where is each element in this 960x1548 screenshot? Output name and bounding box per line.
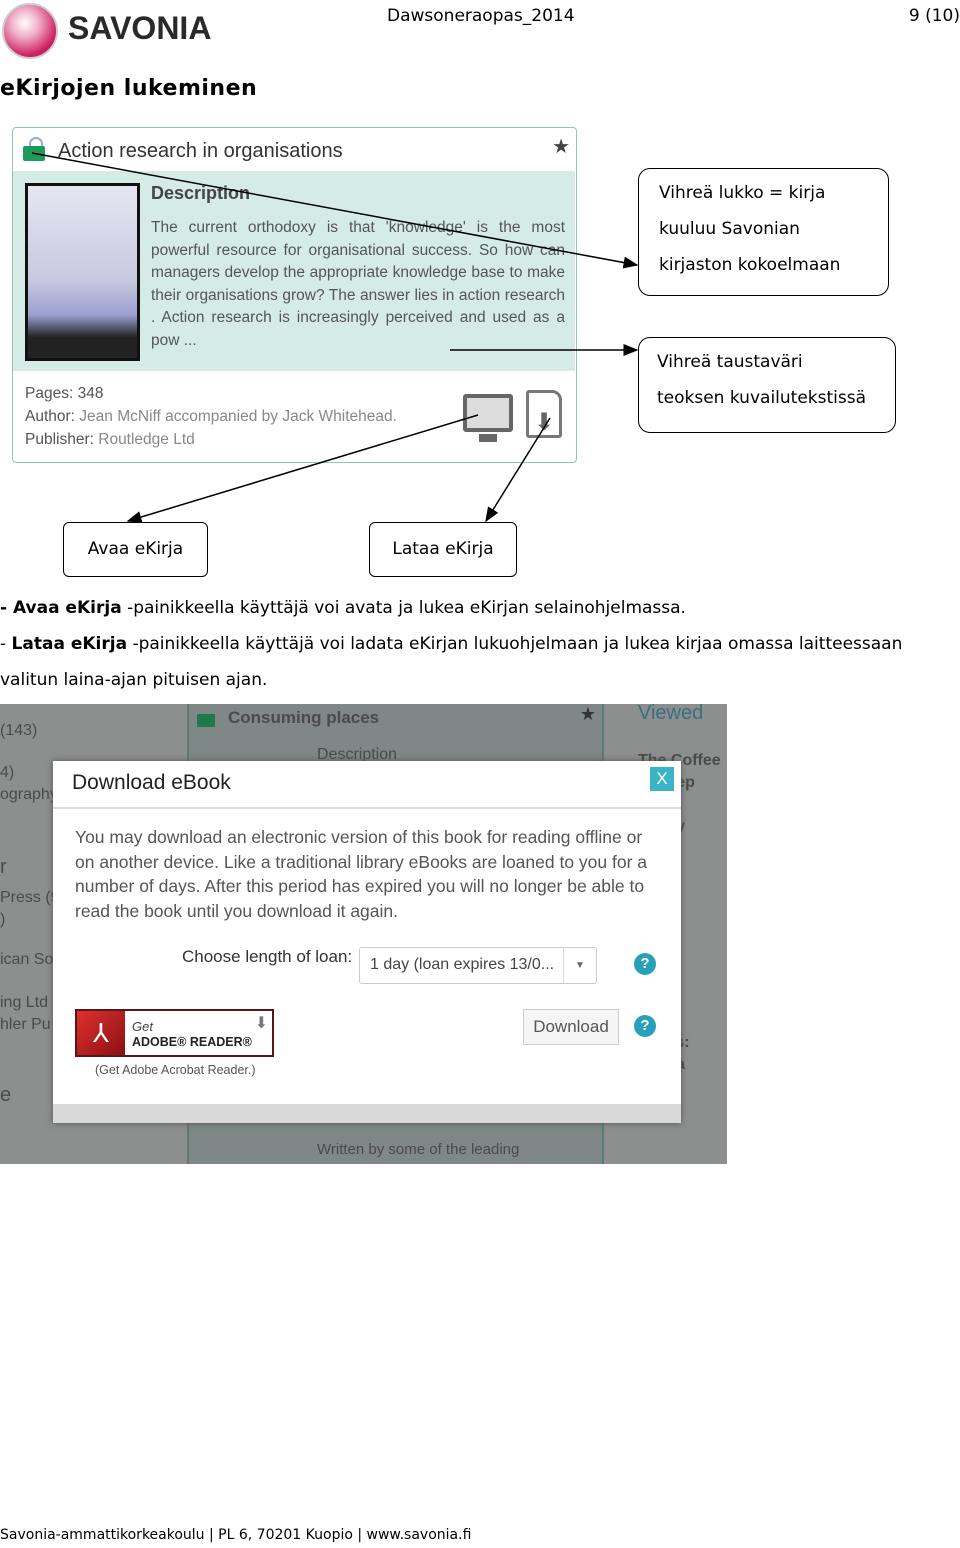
modal-body-text: You may download an electronic version o… xyxy=(75,827,648,921)
description-area: Description The current orthodoxy is tha… xyxy=(13,171,575,371)
callout-line: Vihreä taustaväri xyxy=(657,352,803,372)
bg-text: hler Pu xyxy=(0,1016,51,1033)
pages-label: Pages: xyxy=(25,385,74,402)
bg-text: ican So xyxy=(0,951,54,968)
modal-title: Download eBook xyxy=(72,771,231,794)
download-arrow-icon: ⬇ xyxy=(254,1015,268,1032)
callout-line: teoksen kuvailutekstissä xyxy=(657,388,867,408)
paragraph-download: - Lataa eKirja -painikkeella käyttäjä vo… xyxy=(0,634,902,654)
monitor-stand xyxy=(479,434,497,442)
description-text: The current orthodoxy is that 'knowledge… xyxy=(151,219,565,349)
help-icon[interactable]: ? xyxy=(634,953,656,975)
loan-length-select[interactable]: 1 day (loan expires 13/0... ▼ xyxy=(359,947,597,984)
lock-icon xyxy=(23,146,45,161)
page-footer: Savonia-ammattikorkeakoulu | PL 6, 70201… xyxy=(0,1527,472,1543)
bg-text: Press (9 xyxy=(0,889,60,906)
bg-text: Viewed xyxy=(638,704,704,724)
text: -painikkeella käyttäjä voi ladata eKirja… xyxy=(127,634,903,654)
bg-text: ography xyxy=(0,786,58,803)
callout-line: kuuluu Savonian xyxy=(659,219,800,239)
paragraph-open: - Avaa eKirja -painikkeella käyttäjä voi… xyxy=(0,598,686,618)
bg-text: Written by some of the leading xyxy=(317,1141,520,1158)
page-number: 9 (10) xyxy=(908,6,960,26)
adobe-logo-icon: ⅄ xyxy=(77,1011,125,1055)
bg-text: ing Ltd xyxy=(0,994,49,1011)
logo-text: SAVONIA xyxy=(68,10,212,46)
callout-line: Vihreä lukko = kirja xyxy=(659,183,826,203)
download-dialog-screenshot: (143) 4) ography r Press (9 ) ican So in… xyxy=(0,704,727,1164)
callout-open-ebook: Avaa eKirja xyxy=(63,522,208,577)
loan-selected-value: 1 day (loan expires 13/0... xyxy=(370,956,555,973)
term-download: Lataa eKirja xyxy=(11,634,128,654)
callout-download-ebook: Lataa eKirja xyxy=(369,522,517,577)
bg-text: e xyxy=(0,1084,12,1106)
paragraph-continued: valitun laina-ajan pituisen ajan. xyxy=(0,670,268,690)
author-value: Jean McNiff accompanied by Jack Whitehea… xyxy=(79,408,397,425)
help-icon[interactable]: ? xyxy=(634,1015,656,1037)
star-icon[interactable]: ★ xyxy=(552,134,570,159)
adobe-reader-text: ADOBE® READER® xyxy=(132,1035,252,1049)
book-meta: Pages: 348 Author: Jean McNiff accompani… xyxy=(25,382,397,451)
download-ebook-modal: Download eBook X You may download an ele… xyxy=(53,761,681,1123)
lock-icon xyxy=(197,714,215,727)
text: -painikkeella käyttäjä voi avata ja luke… xyxy=(121,598,686,618)
get-adobe-reader-button[interactable]: ⅄ Get ADOBE® READER® ⬇ xyxy=(75,1009,274,1057)
bg-text: ) xyxy=(0,911,6,928)
bg-text: r xyxy=(0,856,7,878)
savonia-logo-icon xyxy=(2,3,58,59)
star-icon: ★ xyxy=(579,704,596,724)
book-title[interactable]: Action research in organisations xyxy=(58,140,343,163)
close-button[interactable]: X xyxy=(650,767,674,791)
adobe-caption[interactable]: (Get Adobe Acrobat Reader.) xyxy=(95,1063,256,1077)
callout-lock: Vihreä lukko = kirja kuuluu Savonian kir… xyxy=(638,168,889,296)
document-title: Dawsoneraopas_2014 xyxy=(387,6,575,26)
adobe-get-text: Get xyxy=(132,1019,153,1034)
book-cover[interactable] xyxy=(25,183,140,361)
publisher-label: Publisher: xyxy=(25,431,94,448)
bg-text: 4) xyxy=(0,764,15,781)
download-icon[interactable]: ⬇ xyxy=(526,390,562,438)
description-heading: Description xyxy=(151,183,251,203)
author-label: Author: xyxy=(25,408,75,425)
download-button[interactable]: Download xyxy=(523,1009,619,1045)
bg-title: Consuming places xyxy=(228,708,380,727)
section-heading: eKirjojen lukeminen xyxy=(0,76,258,101)
read-online-icon[interactable] xyxy=(463,394,513,432)
book-card: Action research in organisations ★ Descr… xyxy=(12,127,577,463)
pages-value: 348 xyxy=(77,385,104,402)
term-open: - Avaa eKirja xyxy=(0,598,122,618)
callout-line: kirjaston kokoelmaan xyxy=(659,255,841,275)
text: - xyxy=(0,634,12,654)
callout-background: Vihreä taustaväri teoksen kuvailutekstis… xyxy=(638,337,896,433)
bg-text: (143) xyxy=(0,722,38,739)
modal-footer xyxy=(53,1104,681,1123)
divider xyxy=(53,807,681,809)
loan-length-label: Choose length of loan: xyxy=(182,947,353,966)
chevron-down-icon[interactable]: ▼ xyxy=(563,948,596,983)
publisher-value: Routledge Ltd xyxy=(98,431,195,448)
